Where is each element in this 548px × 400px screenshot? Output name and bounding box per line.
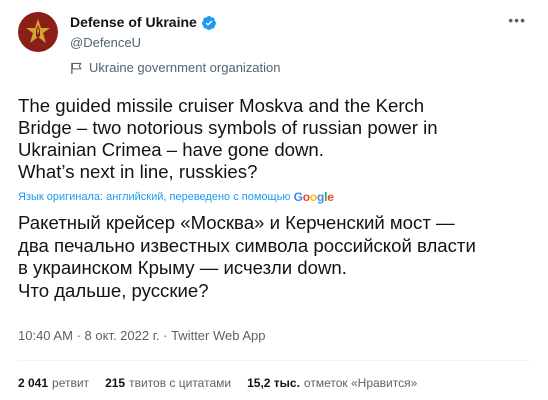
quote-tweets-stat[interactable]: 215 твитов с цитатами [105,376,231,391]
translation-note-text: Язык оригинала: английский, переведено с… [18,191,291,203]
tweet-metadata: 10:40 AM · 8 окт. 2022 г. · Twitter Web … [18,328,266,344]
author-name-row: Defense of Ukraine [70,14,528,31]
google-logo: Google [293,190,334,204]
quote-tweets-count: 215 [105,376,126,390]
divider [18,360,530,361]
likes-stat[interactable]: 15,2 тыс. отметок «Нравится» [247,376,417,391]
tweet-text-translated: Ракетный крейсер «Москва» и Керченский м… [18,212,476,301]
more-options-button[interactable]: ••• [508,12,526,28]
tweet: Defense of Ukraine @DefenceU Ukraine gov… [0,0,548,400]
author-name[interactable]: Defense of Ukraine [70,14,197,31]
tweet-time[interactable]: 10:40 AM [18,328,73,343]
tweet-text-original: The guided missile cruiser Moskva and th… [18,95,438,182]
retweets-label: ретвит [52,376,90,390]
tweet-date[interactable]: 8 окт. 2022 г. [85,328,160,343]
ukraine-defense-emblem-icon [26,19,50,43]
quote-tweets-label: твитов с цитатами [129,376,232,390]
likes-label: отметок «Нравится» [303,376,418,390]
retweets-stat[interactable]: 2 041 ретвит [18,376,89,391]
tweet-header: Defense of Ukraine @DefenceU Ukraine gov… [70,14,528,76]
government-label[interactable]: Ukraine government organization [70,60,528,76]
meta-separator: · [76,328,81,343]
flag-icon [71,62,82,74]
government-label-text: Ukraine government organization [89,60,281,75]
translation-note[interactable]: Язык оригинала: английский, переведено с… [18,190,334,204]
verified-badge-icon [201,15,217,31]
author-handle[interactable]: @DefenceU [70,35,528,51]
tweet-source[interactable]: Twitter Web App [171,328,265,343]
retweets-count: 2 041 [18,376,49,390]
likes-count: 15,2 тыс. [247,376,300,390]
avatar[interactable] [18,12,58,52]
more-horizontal-icon: ••• [508,12,526,28]
meta-separator: · [163,328,168,343]
engagement-stats: 2 041 ретвит 215 твитов с цитатами 15,2 … [18,376,417,391]
